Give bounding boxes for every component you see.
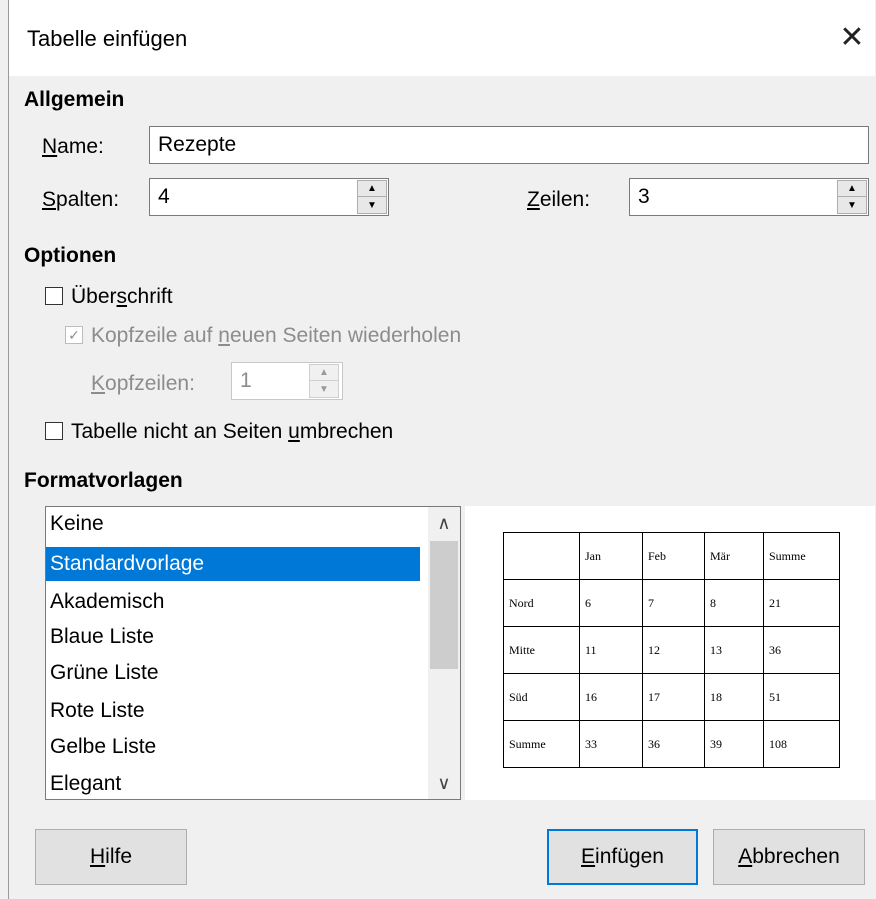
scroll-up-icon[interactable]: ∧ xyxy=(428,507,460,539)
increment-icon[interactable]: ▲ xyxy=(358,181,386,197)
table-row: Süd 16 17 18 51 xyxy=(503,673,840,721)
table-cell: 16 xyxy=(579,673,643,721)
decrement-icon[interactable]: ▼ xyxy=(838,197,866,213)
repeat-heading-checkbox[interactable]: ✓ xyxy=(65,326,83,344)
rows-stepper[interactable]: ▲ ▼ xyxy=(837,180,867,214)
close-icon[interactable]: ✕ xyxy=(832,18,872,58)
heading-checkbox[interactable] xyxy=(45,287,63,305)
list-item[interactable]: Gelbe Liste xyxy=(46,730,420,764)
general-heading: Allgemein xyxy=(24,88,125,111)
increment-icon[interactable]: ▲ xyxy=(310,365,338,381)
header-rows-label: Kopfzeilen: xyxy=(91,372,195,395)
table-preview: Jan Feb Mär Summe Nord 6 7 8 21 Mitte 11… xyxy=(465,506,875,800)
table-cell: 21 xyxy=(763,579,840,627)
insert-table-dialog: Tabelle einfügen ✕ Allgemein Name: Rezep… xyxy=(8,0,875,899)
repeat-heading-label: Kopfzeile auf neuen Seiten wiederholen xyxy=(91,324,462,347)
increment-icon[interactable]: ▲ xyxy=(838,181,866,197)
table-row: Summe 33 36 39 108 xyxy=(503,720,840,768)
table-cell: Mitte xyxy=(503,626,580,674)
columns-label: Spalten: xyxy=(42,188,120,211)
scrollbar-thumb[interactable] xyxy=(430,541,458,669)
list-item[interactable]: Elegant xyxy=(46,767,420,799)
columns-stepper[interactable]: ▲ ▼ xyxy=(357,180,387,214)
insert-button[interactable]: Einfügen xyxy=(547,829,698,885)
styles-heading: Formatvorlagen xyxy=(24,469,183,492)
table-cell: 6 xyxy=(579,579,643,627)
list-item[interactable]: Rote Liste xyxy=(46,694,420,728)
table-row: Nord 6 7 8 21 xyxy=(503,579,840,627)
name-input[interactable]: Rezepte xyxy=(149,126,869,164)
dont-split-label: Tabelle nicht an Seiten umbrechen xyxy=(71,420,394,443)
columns-input[interactable]: 4 xyxy=(149,178,389,216)
heading-checkbox-label: Überschrift xyxy=(71,285,173,308)
table-cell xyxy=(503,532,580,580)
table-row: Mitte 11 12 13 36 xyxy=(503,626,840,674)
dialog-title: Tabelle einfügen xyxy=(27,26,188,51)
styles-listbox[interactable]: Keine Standardvorlage Akademisch Blaue L… xyxy=(45,506,461,800)
help-button[interactable]: Hilfe xyxy=(35,829,187,885)
options-heading: Optionen xyxy=(24,244,117,267)
decrement-icon[interactable]: ▼ xyxy=(310,381,338,397)
table-cell: 51 xyxy=(763,673,840,721)
decrement-icon[interactable]: ▼ xyxy=(358,197,386,213)
rows-label: Zeilen: xyxy=(527,188,591,211)
table-cell: 13 xyxy=(704,626,764,674)
table-cell: Mär xyxy=(704,532,764,580)
table-cell: Nord xyxy=(503,579,580,627)
header-rows-stepper[interactable]: ▲ ▼ xyxy=(309,364,339,398)
name-label: Name: xyxy=(42,135,104,158)
table-row: Jan Feb Mär Summe xyxy=(503,532,840,580)
table-cell: 18 xyxy=(704,673,764,721)
table-cell: 33 xyxy=(579,720,643,768)
rows-input[interactable]: 3 xyxy=(629,178,869,216)
cancel-button[interactable]: Abbrechen xyxy=(713,829,865,885)
table-cell: 36 xyxy=(642,720,705,768)
table-cell: 36 xyxy=(763,626,840,674)
table-cell: 7 xyxy=(642,579,705,627)
table-cell: 8 xyxy=(704,579,764,627)
table-cell: 39 xyxy=(704,720,764,768)
list-item[interactable]: Blaue Liste xyxy=(46,620,420,654)
list-item[interactable]: Akademisch xyxy=(46,585,420,619)
table-cell: Süd xyxy=(503,673,580,721)
table-cell: Feb xyxy=(642,532,705,580)
table-cell: Summe xyxy=(763,532,840,580)
listbox-scrollbar[interactable]: ∧ ∨ xyxy=(428,507,460,799)
scroll-down-icon[interactable]: ∨ xyxy=(428,767,460,799)
list-item[interactable]: Grüne Liste xyxy=(46,656,420,690)
table-cell: 11 xyxy=(579,626,643,674)
table-cell: 108 xyxy=(763,720,840,768)
table-cell: Jan xyxy=(579,532,643,580)
table-cell: Summe xyxy=(503,720,580,768)
list-item-selected[interactable]: Standardvorlage xyxy=(46,547,420,581)
preview-table: Jan Feb Mär Summe Nord 6 7 8 21 Mitte 11… xyxy=(503,532,840,768)
list-item[interactable]: Keine xyxy=(46,507,420,541)
dont-split-checkbox[interactable] xyxy=(45,422,63,440)
title-bar: Tabelle einfügen ✕ xyxy=(9,0,875,76)
table-cell: 12 xyxy=(642,626,705,674)
table-cell: 17 xyxy=(642,673,705,721)
